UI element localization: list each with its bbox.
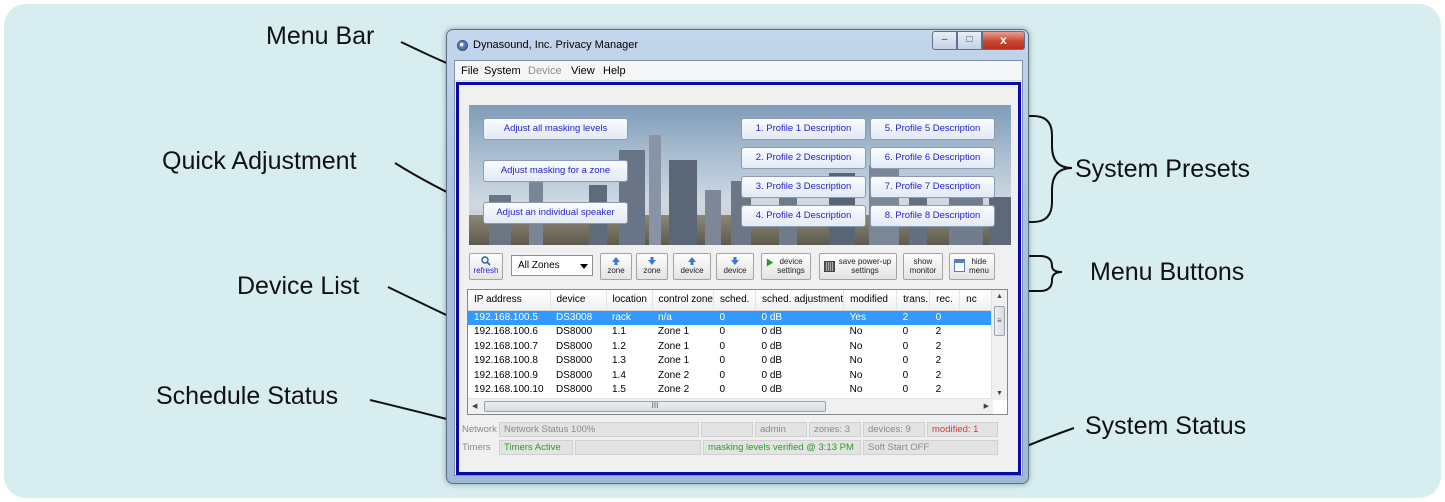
- device-table: IP address device location control zone …: [468, 290, 996, 398]
- col-trans[interactable]: trans.: [896, 290, 931, 311]
- devices-status: devices: 9: [863, 422, 925, 437]
- callout-menu-buttons: Menu Buttons: [1090, 258, 1245, 286]
- menu-icon: [954, 259, 965, 272]
- adjust-speaker-button[interactable]: Adjust an individual speaker: [483, 202, 628, 224]
- arrow-up-icon: [688, 257, 696, 265]
- timers-label: Timers: [462, 442, 491, 453]
- timers-status-row: Timers Timers Active masking levels veri…: [459, 439, 1018, 456]
- table-row[interactable]: 192.168.100.6 DS8000 1.1 Zone 100 dB No 0 2: [468, 325, 995, 340]
- arrow-down-icon: [648, 257, 656, 265]
- preset-6-button[interactable]: 6. Profile 6 Description: [870, 147, 995, 169]
- col-location[interactable]: location: [606, 290, 653, 311]
- preset-3-button[interactable]: 3. Profile 3 Description: [741, 176, 866, 198]
- scroll-down-icon[interactable]: ▼: [996, 390, 1003, 397]
- device-down-button[interactable]: device: [716, 253, 754, 280]
- adjust-all-button[interactable]: Adjust all masking levels: [483, 118, 628, 140]
- close-button[interactable]: x: [982, 31, 1025, 50]
- menu-device[interactable]: Device: [528, 65, 562, 77]
- chevron-down-icon: [580, 264, 588, 269]
- menu-file[interactable]: File: [461, 65, 479, 77]
- vertical-scrollbar[interactable]: ▲ ≡ ▼: [991, 290, 1007, 400]
- title-bar[interactable]: Dynasound, Inc. Privacy Manager – □ x: [447, 30, 1028, 58]
- preset-5-button[interactable]: 5. Profile 5 Description: [870, 118, 995, 140]
- col-sched[interactable]: sched.: [713, 290, 756, 311]
- col-ip-address[interactable]: IP address: [468, 290, 551, 311]
- callout-quick-adjustment: Quick Adjustment: [162, 147, 357, 175]
- network-label: Network: [462, 424, 497, 435]
- maximize-button[interactable]: □: [957, 31, 982, 50]
- zones-select[interactable]: All Zones: [511, 255, 593, 276]
- arrow-up-icon: [612, 257, 620, 265]
- scroll-up-icon[interactable]: ▲: [996, 293, 1003, 300]
- table-row[interactable]: 192.168.100.8 DS8000 1.3 Zone 100 dB No 0 2: [468, 354, 995, 369]
- timers-status: Timers Active: [499, 440, 573, 455]
- menu-view[interactable]: View: [571, 65, 595, 77]
- zones-status: zones: 3: [809, 422, 861, 437]
- magnifier-icon: [481, 256, 491, 266]
- save-power-up-button[interactable]: save power-up settings: [819, 253, 897, 280]
- city-banner: Adjust all masking levels Adjust masking…: [469, 105, 1011, 245]
- status-blank: [575, 440, 701, 455]
- menu-help[interactable]: Help: [603, 65, 626, 77]
- preset-2-button[interactable]: 2. Profile 2 Description: [741, 147, 866, 169]
- table-row[interactable]: 192.168.100.5 DS3008 rack n/a 0 0 dB Yes 2 0: [468, 310, 995, 325]
- refresh-button[interactable]: refresh: [469, 253, 503, 280]
- arrow-down-icon: [731, 257, 739, 265]
- status-blank: [701, 422, 753, 437]
- callout-system-status: System Status: [1085, 412, 1247, 440]
- play-icon: [766, 258, 774, 267]
- show-monitor-button[interactable]: show monitor: [903, 253, 943, 280]
- col-control-zone[interactable]: control zone: [652, 290, 714, 311]
- user-status: admin: [755, 422, 807, 437]
- callout-device-list: Device List: [237, 272, 360, 300]
- scroll-left-icon[interactable]: ◀: [472, 402, 477, 410]
- preset-4-button[interactable]: 4. Profile 4 Description: [741, 205, 866, 227]
- minimize-button[interactable]: –: [932, 31, 957, 50]
- verified-status: masking levels verified @ 3:13 PM: [703, 440, 861, 455]
- soft-start-status: Soft Start OFF: [863, 440, 998, 455]
- col-rec[interactable]: rec.: [929, 290, 961, 311]
- device-list: IP address device location control zone …: [467, 289, 1008, 415]
- chip-icon: [824, 261, 835, 272]
- callout-menu-bar: Menu Bar: [266, 22, 375, 50]
- app-logo-icon: [457, 40, 468, 51]
- horizontal-scrollbar[interactable]: ◀ III ▶: [468, 398, 993, 414]
- adjust-zone-button[interactable]: Adjust masking for a zone: [483, 160, 628, 182]
- table-row[interactable]: 192.168.100.7 DS8000 1.2 Zone 100 dB No 0 2: [468, 339, 995, 354]
- hide-menu-button[interactable]: hide menu: [949, 253, 995, 280]
- preset-7-button[interactable]: 7. Profile 7 Description: [870, 176, 995, 198]
- col-nc[interactable]: nc: [959, 290, 996, 311]
- menu-system[interactable]: System: [484, 65, 521, 77]
- table-row[interactable]: 192.168.100.10 DS8000 1.5 Zone 200 dB No 0 2: [468, 383, 995, 398]
- callout-system-presets: System Presets: [1075, 155, 1251, 183]
- col-modified[interactable]: modified: [843, 290, 898, 311]
- app-window: Dynasound, Inc. Privacy Manager – □ x Fi…: [446, 29, 1029, 484]
- main-panel: Adjust all masking levels Adjust masking…: [456, 82, 1021, 475]
- vertical-scroll-thumb[interactable]: ≡: [994, 306, 1005, 336]
- scroll-right-icon[interactable]: ▶: [984, 402, 989, 410]
- table-row[interactable]: 192.168.100.9 DS8000 1.4 Zone 200 dB No 0 2: [468, 368, 995, 383]
- menu-bar: File System Device View Help: [455, 61, 1022, 81]
- preset-8-button[interactable]: 8. Profile 8 Description: [870, 205, 995, 227]
- horizontal-scroll-thumb[interactable]: III: [484, 401, 826, 412]
- preset-1-button[interactable]: 1. Profile 1 Description: [741, 118, 866, 140]
- zone-down-button[interactable]: zone: [636, 253, 668, 280]
- zone-up-button[interactable]: zone: [600, 253, 632, 280]
- col-device[interactable]: device: [550, 290, 607, 311]
- modified-status: modified: 1: [927, 422, 998, 437]
- client-area: File System Device View Help Adjust all …: [454, 60, 1023, 476]
- window-title: Dynasound, Inc. Privacy Manager: [473, 39, 639, 51]
- device-up-button[interactable]: device: [673, 253, 711, 280]
- callout-schedule-status: Schedule Status: [156, 382, 339, 410]
- col-sched-adjustment[interactable]: sched. adjustment: [755, 290, 845, 311]
- network-status-row: Network Network Status 100% admin zones:…: [459, 421, 1018, 438]
- network-status: Network Status 100%: [499, 422, 699, 437]
- device-settings-button[interactable]: device settings: [761, 253, 811, 280]
